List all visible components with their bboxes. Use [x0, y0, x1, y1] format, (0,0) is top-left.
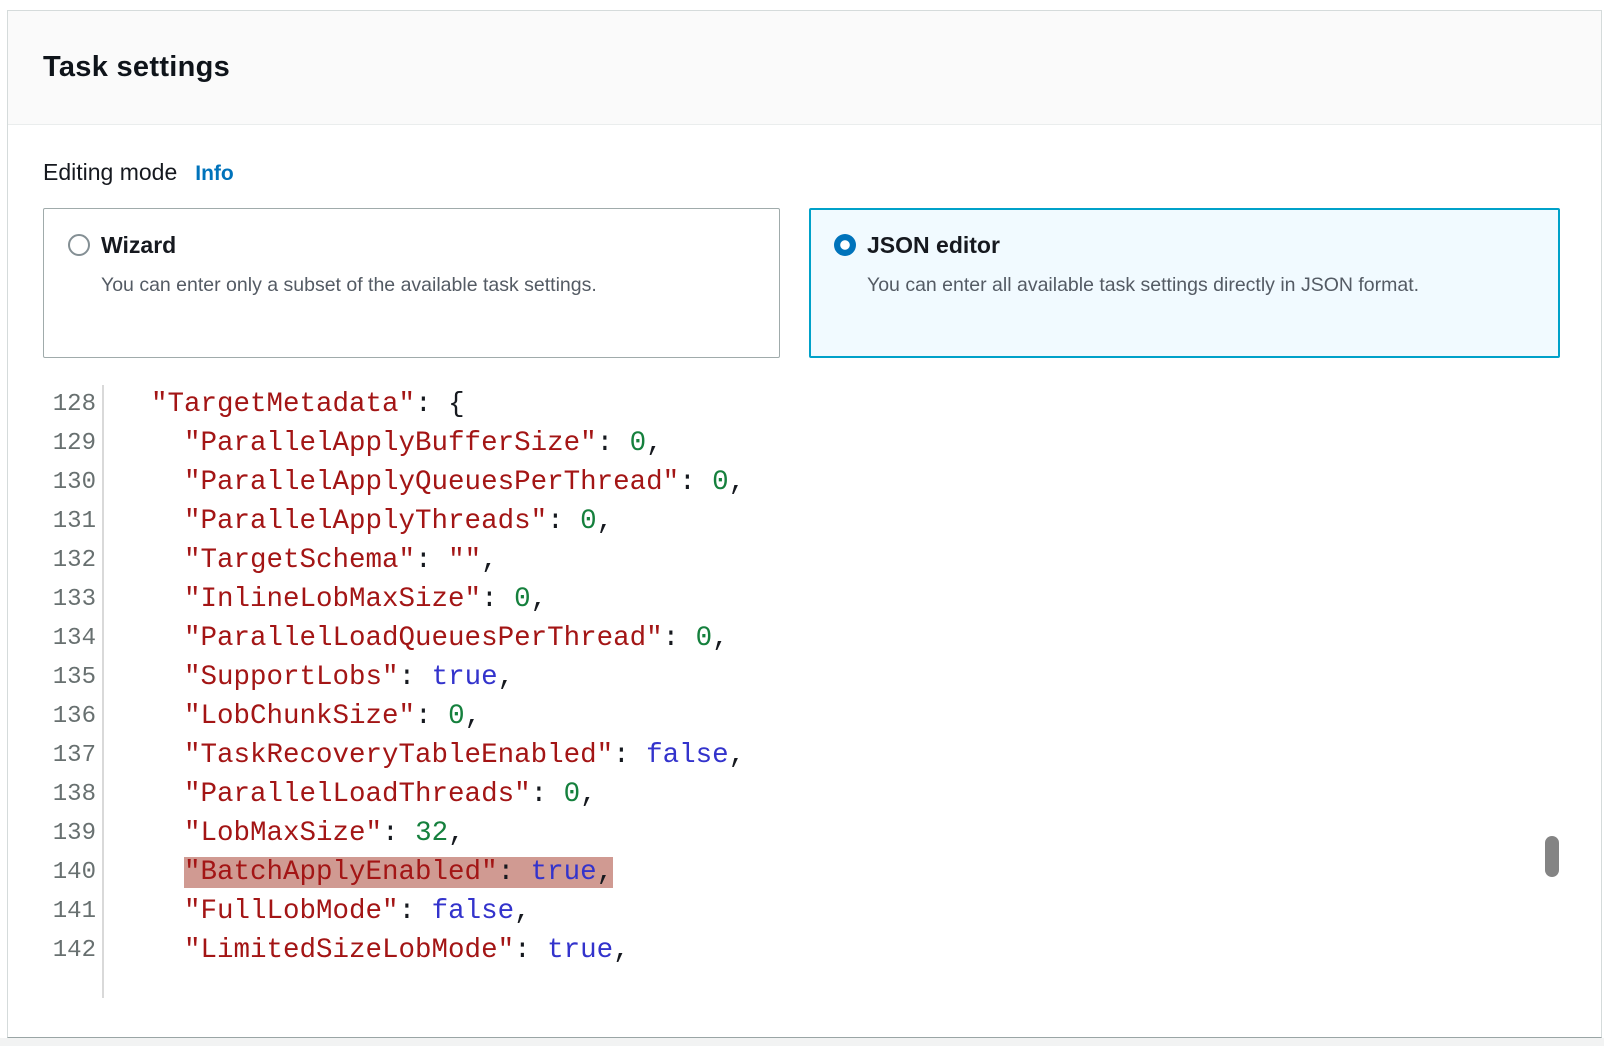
code-line: 142 "LimitedSizeLobMode": true,	[8, 931, 1601, 970]
task-settings-panel: Task settings Editing mode Info Wizard Y…	[7, 10, 1602, 1038]
code-line-content[interactable]: "ParallelLoadThreads": 0,	[102, 775, 1601, 814]
option-card-wizard[interactable]: Wizard You can enter only a subset of th…	[43, 208, 780, 358]
code-line: 133 "InlineLobMaxSize": 0,	[8, 580, 1601, 619]
line-number: 133	[8, 580, 96, 619]
option-card-json-editor[interactable]: JSON editor You can enter all available …	[809, 208, 1560, 358]
code-line: 129 "ParallelApplyBufferSize": 0,	[8, 424, 1601, 463]
code-line-content[interactable]: "ParallelApplyBufferSize": 0,	[102, 424, 1601, 463]
line-number: 128	[8, 385, 96, 424]
code-line-content[interactable]: "ParallelApplyThreads": 0,	[102, 502, 1601, 541]
line-number: 141	[8, 892, 96, 931]
code-line-content[interactable]: "LimitedSizeLobMode": true,	[102, 931, 1601, 970]
panel-content: Editing mode Info Wizard You can enter o…	[8, 159, 1601, 358]
editing-mode-label: Editing mode	[43, 159, 177, 186]
page-background-strip	[0, 1038, 1604, 1046]
line-number: 131	[8, 502, 96, 541]
json-code-editor[interactable]: 128 "TargetMetadata": {129 "ParallelAppl…	[8, 385, 1601, 998]
code-line-content[interactable]: "TargetSchema": "",	[102, 541, 1601, 580]
code-line-content[interactable]: "LobMaxSize": 32,	[102, 814, 1601, 853]
gutter-spacer	[8, 970, 1601, 998]
code-line-content[interactable]: "ParallelLoadQueuesPerThread": 0,	[102, 619, 1601, 658]
code-line: 137 "TaskRecoveryTableEnabled": false,	[8, 736, 1601, 775]
line-number: 138	[8, 775, 96, 814]
code-line: 139 "LobMaxSize": 32,	[8, 814, 1601, 853]
line-number: 139	[8, 814, 96, 853]
code-line-content[interactable]: "BatchApplyEnabled": true,	[102, 853, 1601, 892]
line-number: 130	[8, 463, 96, 502]
editing-mode-options: Wizard You can enter only a subset of th…	[43, 208, 1566, 358]
editing-mode-row: Editing mode Info	[43, 159, 1566, 186]
json-editor-option-description: You can enter all available task setting…	[867, 267, 1419, 304]
code-line-content[interactable]: "FullLobMode": false,	[102, 892, 1601, 931]
line-number: 129	[8, 424, 96, 463]
line-number: 142	[8, 931, 96, 970]
code-line: 130 "ParallelApplyQueuesPerThread": 0,	[8, 463, 1601, 502]
code-line: 128 "TargetMetadata": {	[8, 385, 1601, 424]
code-line: 131 "ParallelApplyThreads": 0,	[8, 502, 1601, 541]
line-number: 137	[8, 736, 96, 775]
code-line-content[interactable]: "SupportLobs": true,	[102, 658, 1601, 697]
info-link[interactable]: Info	[195, 162, 233, 186]
code-line-content[interactable]: "TaskRecoveryTableEnabled": false,	[102, 736, 1601, 775]
code-line: 134 "ParallelLoadQueuesPerThread": 0,	[8, 619, 1601, 658]
panel-header: Task settings	[8, 11, 1601, 125]
page-title: Task settings	[43, 51, 230, 84]
wizard-option-label: Wizard	[101, 230, 597, 260]
line-number: 136	[8, 697, 96, 736]
line-number: 140	[8, 853, 96, 892]
code-line: 135 "SupportLobs": true,	[8, 658, 1601, 697]
code-line-content[interactable]: "LobChunkSize": 0,	[102, 697, 1601, 736]
code-line: 132 "TargetSchema": "",	[8, 541, 1601, 580]
wizard-option-description: You can enter only a subset of the avail…	[101, 267, 597, 304]
code-line-content[interactable]: "ParallelApplyQueuesPerThread": 0,	[102, 463, 1601, 502]
code-line: 140 "BatchApplyEnabled": true,	[8, 853, 1601, 892]
editor-scrollbar-thumb[interactable]	[1545, 836, 1559, 877]
line-number: 135	[8, 658, 96, 697]
highlighted-code: "BatchApplyEnabled": true,	[184, 857, 613, 888]
json-editor-option-label: JSON editor	[867, 230, 1419, 260]
line-number: 134	[8, 619, 96, 658]
line-number: 132	[8, 541, 96, 580]
code-line: 136 "LobChunkSize": 0,	[8, 697, 1601, 736]
wizard-radio-icon[interactable]	[68, 234, 90, 256]
json-editor-radio-icon[interactable]	[834, 234, 856, 256]
code-line: 141 "FullLobMode": false,	[8, 892, 1601, 931]
code-line: 138 "ParallelLoadThreads": 0,	[8, 775, 1601, 814]
code-line-content[interactable]: "InlineLobMaxSize": 0,	[102, 580, 1601, 619]
code-line-content[interactable]: "TargetMetadata": {	[102, 385, 1601, 424]
